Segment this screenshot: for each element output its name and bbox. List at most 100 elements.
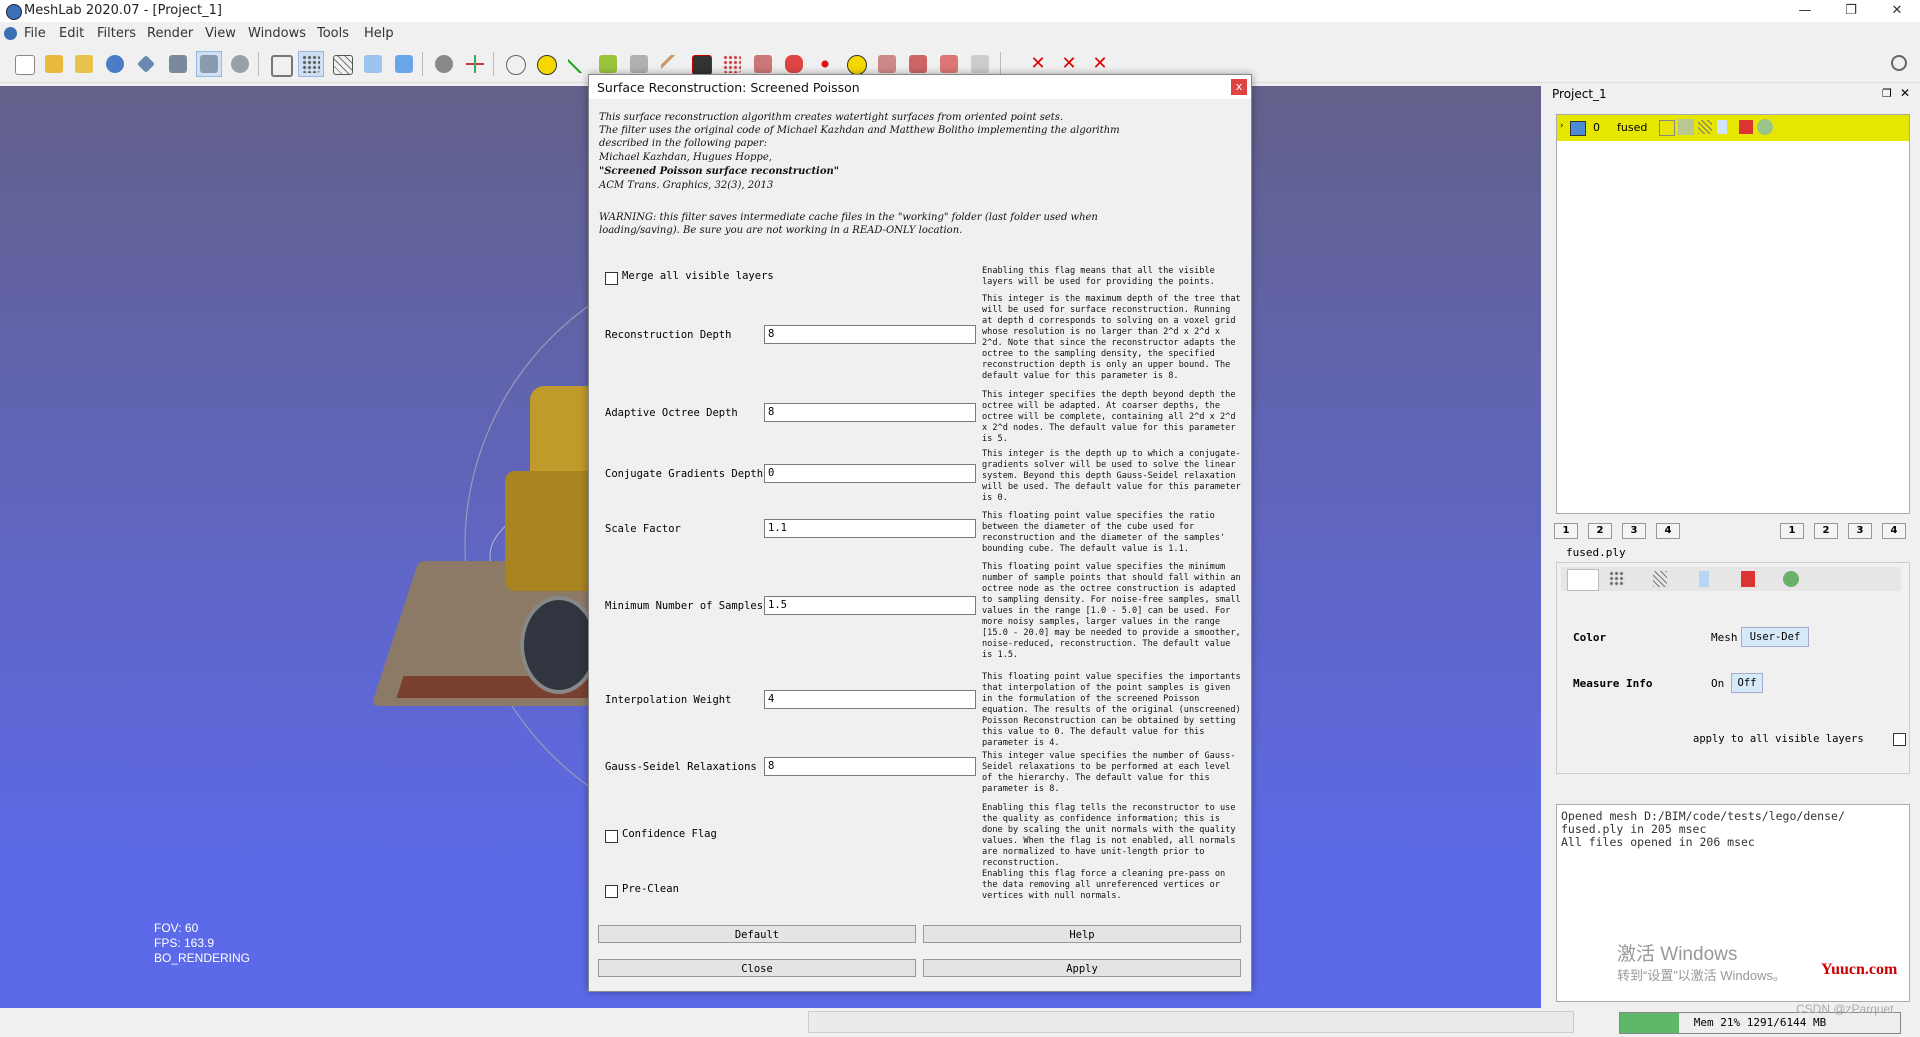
points-render-button[interactable] bbox=[298, 51, 324, 77]
select-area-button[interactable] bbox=[906, 52, 930, 76]
delete-vertex-button[interactable] bbox=[813, 52, 837, 76]
view-button-1[interactable]: 1 bbox=[1554, 523, 1578, 539]
raster-button[interactable] bbox=[228, 52, 252, 76]
reload-button[interactable] bbox=[103, 52, 127, 76]
measure-off-button[interactable]: Off bbox=[1731, 673, 1763, 693]
float-panel-icon[interactable]: ❐ bbox=[1882, 87, 1892, 100]
adaptive-octree-depth-input[interactable]: 8 bbox=[764, 403, 976, 422]
texture-button[interactable] bbox=[689, 52, 713, 76]
wireframe-render-button[interactable] bbox=[330, 52, 354, 76]
tab-wire-icon[interactable] bbox=[1653, 571, 1667, 587]
color-mode[interactable]: Mesh bbox=[1711, 631, 1738, 644]
select-faces-button[interactable] bbox=[751, 52, 775, 76]
gauss-seidel-relaxations-input[interactable]: 8 bbox=[764, 757, 976, 776]
color-userdef-button[interactable]: User-Def bbox=[1741, 627, 1809, 647]
annotation-button[interactable] bbox=[534, 52, 558, 76]
shader-toggle-icon[interactable] bbox=[1757, 119, 1773, 135]
maximize-button[interactable]: ❐ bbox=[1828, 0, 1874, 22]
select-points-button[interactable] bbox=[720, 52, 744, 76]
align-button[interactable] bbox=[627, 52, 651, 76]
bbox-render-button[interactable] bbox=[268, 52, 293, 77]
view-button-2[interactable]: 2 bbox=[1588, 523, 1612, 539]
pre-clean-label[interactable]: Pre-Clean bbox=[622, 883, 679, 895]
tab-points-icon[interactable] bbox=[1609, 571, 1625, 587]
tab-shader-icon[interactable] bbox=[1783, 571, 1799, 587]
view-button-4[interactable]: 4 bbox=[1656, 523, 1680, 539]
eye-visibility-icon[interactable] bbox=[1570, 121, 1586, 136]
menu-tools[interactable]: Tools bbox=[317, 26, 349, 41]
export-mesh-button[interactable] bbox=[134, 52, 158, 76]
tab-texture-icon[interactable] bbox=[1741, 571, 1755, 587]
bbox-toggle-icon[interactable] bbox=[1659, 120, 1675, 136]
interpolation-weight-input[interactable]: 4 bbox=[764, 690, 976, 709]
invert-selection-button[interactable] bbox=[968, 52, 992, 76]
confidence-flag-checkbox[interactable] bbox=[605, 830, 618, 843]
axes-button[interactable] bbox=[463, 52, 487, 76]
open-project-button[interactable] bbox=[42, 52, 66, 76]
layer-row[interactable]: › 0 fused bbox=[1557, 115, 1909, 141]
menu-help[interactable]: Help bbox=[364, 26, 394, 41]
menu-view[interactable]: View bbox=[205, 26, 236, 41]
new-project-button[interactable] bbox=[12, 52, 36, 76]
reconstruction-depth-input[interactable]: 8 bbox=[764, 325, 976, 344]
apply-button[interactable]: Apply bbox=[923, 959, 1241, 977]
close-button[interactable]: Close bbox=[598, 959, 916, 977]
delete-selected-faces-button[interactable]: ✕ bbox=[1057, 52, 1081, 76]
smooth-render-button[interactable] bbox=[392, 52, 416, 76]
texture-toggle-icon[interactable] bbox=[1739, 120, 1753, 134]
render-button-2[interactable]: 2 bbox=[1814, 523, 1838, 539]
menu-file[interactable]: File bbox=[24, 26, 46, 41]
mesh-file-label: fused.ply bbox=[1566, 546, 1626, 559]
delete-selected-vertices-button[interactable]: ✕ bbox=[1026, 52, 1050, 76]
measure-on-button[interactable]: On bbox=[1711, 677, 1724, 690]
tab-bbox-icon[interactable] bbox=[1567, 569, 1599, 591]
layer-panel: Project_1 ❐ ✕ › 0 fused 1 2 3 4 1 2 3 4 … bbox=[1546, 86, 1920, 1008]
render-button-4[interactable]: 4 bbox=[1882, 523, 1906, 539]
select-connected-button[interactable] bbox=[875, 52, 899, 76]
toolbar-separator bbox=[422, 52, 423, 76]
minimum-number-of-samples-input[interactable]: 1.5 bbox=[764, 596, 976, 615]
snapshot-button[interactable] bbox=[166, 52, 190, 76]
import-mesh-button[interactable] bbox=[72, 52, 96, 76]
render-mode-button[interactable] bbox=[432, 52, 456, 76]
merge-all-visible-layers-checkbox[interactable] bbox=[605, 272, 618, 285]
default-button[interactable]: Default bbox=[598, 925, 916, 943]
menu-filters[interactable]: Filters bbox=[97, 26, 136, 41]
pre-clean-checkbox[interactable] bbox=[605, 885, 618, 898]
pick-button[interactable] bbox=[658, 52, 682, 76]
menu-render[interactable]: Render bbox=[147, 26, 193, 41]
close-panel-icon[interactable]: ✕ bbox=[1900, 86, 1910, 100]
layer-name[interactable]: fused bbox=[1617, 121, 1647, 134]
wire-toggle-icon[interactable] bbox=[1698, 120, 1712, 134]
scale-factor-help-text: This floating point value specifies the … bbox=[982, 511, 1226, 554]
info-button[interactable] bbox=[844, 52, 868, 76]
delete-selected-all-button[interactable]: ✕ bbox=[1088, 52, 1112, 76]
measure-button[interactable] bbox=[565, 52, 589, 76]
select-z-button[interactable] bbox=[937, 52, 961, 76]
window-close-button[interactable]: ✕ bbox=[1874, 0, 1920, 22]
dialog-close-button[interactable]: x bbox=[1231, 79, 1247, 95]
view-button-3[interactable]: 3 bbox=[1622, 523, 1646, 539]
expand-arrow-icon[interactable]: › bbox=[1560, 121, 1564, 131]
merge-all-visible-layers-label[interactable]: Merge all visible layers bbox=[622, 270, 774, 282]
menu-edit[interactable]: Edit bbox=[59, 26, 84, 41]
flat-render-button[interactable] bbox=[361, 52, 385, 76]
render-button-1[interactable]: 1 bbox=[1780, 523, 1804, 539]
menu-windows[interactable]: Windows bbox=[248, 26, 306, 41]
scale-factor-input[interactable]: 1.1 bbox=[764, 519, 976, 538]
conjugate-gradients-depth-input[interactable]: 0 bbox=[764, 464, 976, 483]
trackball-button[interactable] bbox=[503, 52, 527, 76]
help-button[interactable]: Help bbox=[923, 925, 1241, 943]
fill-button[interactable] bbox=[782, 52, 806, 76]
render-button-3[interactable]: 3 bbox=[1848, 523, 1872, 539]
layer-dialog-button[interactable] bbox=[196, 51, 222, 77]
points-toggle-icon[interactable] bbox=[1678, 119, 1694, 135]
minimize-button[interactable]: — bbox=[1782, 0, 1828, 22]
apply-all-checkbox[interactable] bbox=[1893, 733, 1906, 746]
paint-button[interactable] bbox=[596, 52, 620, 76]
tab-flat-icon[interactable] bbox=[1699, 571, 1709, 587]
search-button[interactable] bbox=[1888, 52, 1912, 76]
confidence-flag-label[interactable]: Confidence Flag bbox=[622, 828, 717, 840]
flat-toggle-icon[interactable] bbox=[1717, 120, 1727, 134]
app-menu-icon[interactable] bbox=[4, 27, 17, 40]
